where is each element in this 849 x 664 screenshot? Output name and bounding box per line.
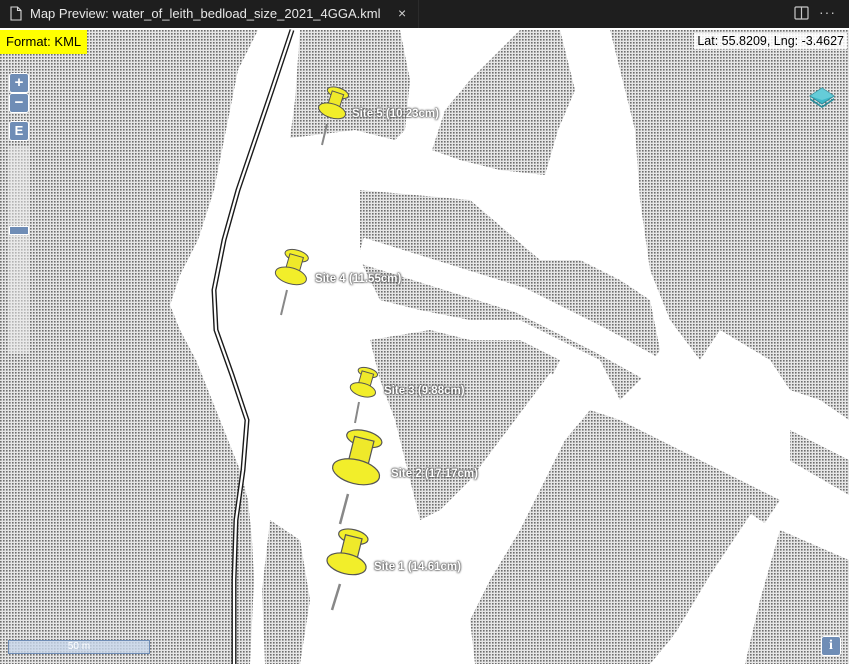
- tab-title: Map Preview: water_of_leith_bedload_size…: [30, 6, 381, 21]
- land-area-south-center: [262, 520, 310, 664]
- document-icon: [10, 6, 22, 26]
- map-pin-site-3[interactable]: [342, 364, 386, 426]
- zoom-extent-button[interactable]: E: [9, 121, 29, 141]
- zoom-in-button[interactable]: +: [9, 73, 29, 93]
- land-area-northeast: [432, 30, 575, 175]
- map-preview-tab[interactable]: Map Preview: water_of_leith_bedload_size…: [0, 0, 419, 28]
- zoom-slider-track[interactable]: [8, 146, 30, 354]
- map-pin-site-4[interactable]: [266, 246, 318, 318]
- site-label-4: Site 4 (11.55cm): [315, 273, 402, 285]
- layers-icon[interactable]: [808, 84, 836, 117]
- info-button[interactable]: i: [821, 636, 841, 656]
- map-pin-site-1[interactable]: [316, 526, 380, 614]
- zoom-out-button[interactable]: −: [9, 93, 29, 113]
- scale-label: 50 m: [67, 641, 91, 652]
- zoom-slider-handle[interactable]: [9, 226, 29, 235]
- map-canvas[interactable]: Site 5 (10.23cm) Site 4 (11.55cm) Site 3…: [0, 28, 849, 664]
- site-label-2: Site 2 (17.17cm): [391, 468, 478, 480]
- site-label-3: Site 3 (9.88cm): [384, 385, 465, 397]
- more-actions-icon[interactable]: ···: [819, 4, 836, 20]
- format-badge: Format: KML: [0, 30, 88, 54]
- close-icon[interactable]: ×: [398, 5, 406, 21]
- site-label-1: Site 1 (14.61cm): [374, 561, 461, 573]
- map-pin-site-5[interactable]: [310, 84, 356, 148]
- land-area-west: [0, 30, 258, 664]
- editor-tab-bar: Map Preview: water_of_leith_bedload_size…: [0, 0, 849, 28]
- map-pin-site-2[interactable]: [320, 426, 396, 528]
- split-editor-icon[interactable]: [794, 6, 809, 25]
- coordinates-readout: Lat: 55.8209, Lng: -3.4627: [694, 33, 847, 49]
- site-label-5: Site 5 (10.23cm): [352, 108, 439, 120]
